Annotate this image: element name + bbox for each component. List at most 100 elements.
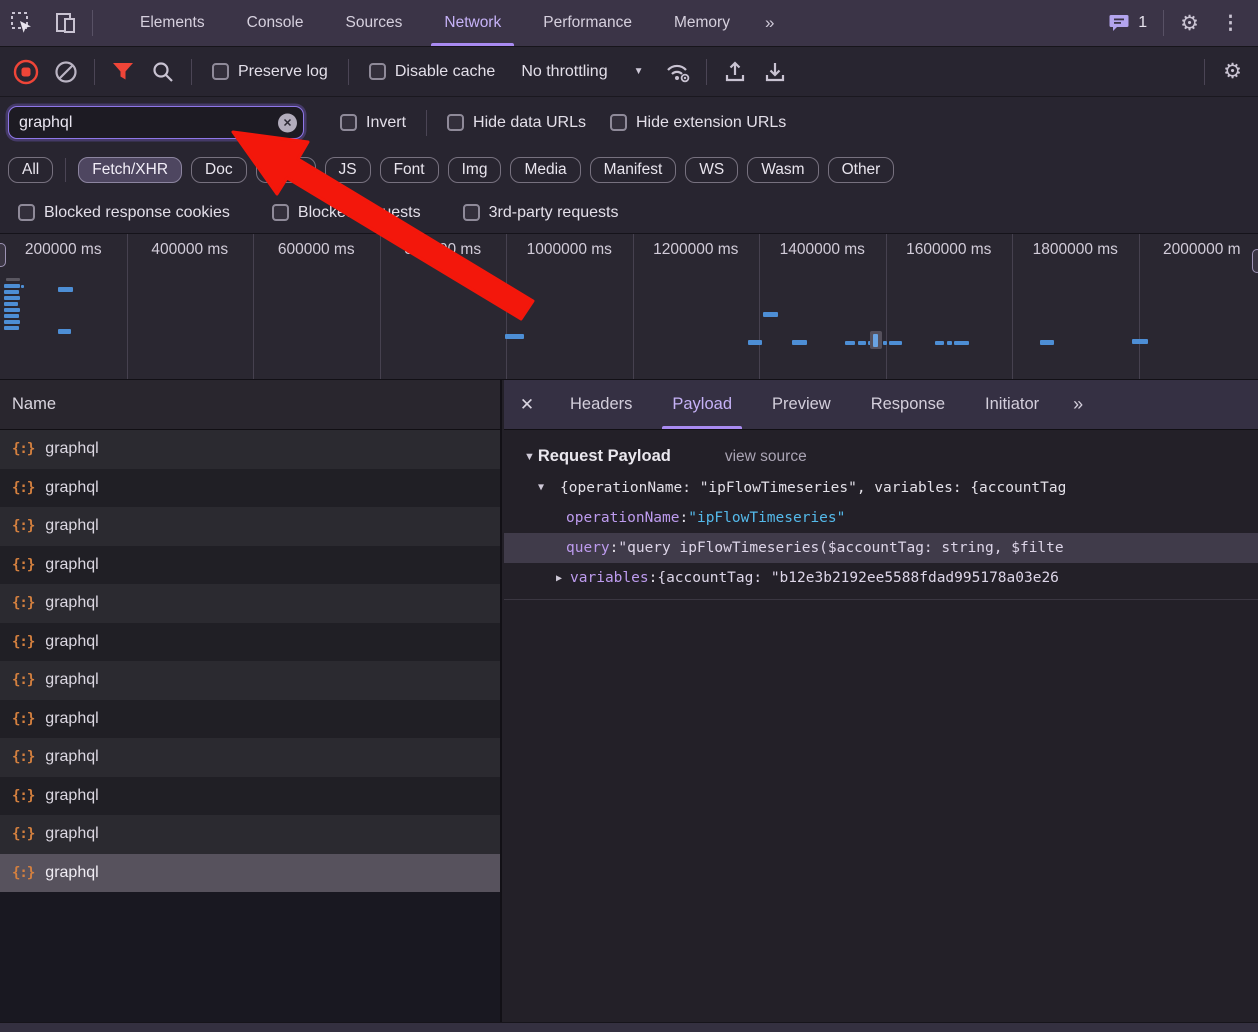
filter-chip-media[interactable]: Media bbox=[510, 157, 580, 183]
request-name: graphql bbox=[45, 671, 98, 689]
detail-tab-payload[interactable]: Payload bbox=[652, 380, 752, 429]
filter-chip-ws[interactable]: WS bbox=[685, 157, 738, 183]
tab-network[interactable]: Network bbox=[423, 0, 522, 46]
detail-tab-headers[interactable]: Headers bbox=[550, 380, 652, 429]
filter-chip-img[interactable]: Img bbox=[448, 157, 502, 183]
waterfall-bar bbox=[935, 341, 944, 345]
device-toolbar-icon[interactable] bbox=[44, 0, 88, 46]
detail-tab-response[interactable]: Response bbox=[851, 380, 965, 429]
divider bbox=[426, 110, 427, 136]
clear-network-log-icon[interactable] bbox=[46, 52, 86, 92]
tab-sources[interactable]: Sources bbox=[325, 0, 424, 46]
issues-count: 1 bbox=[1138, 14, 1147, 32]
waterfall-bar bbox=[947, 341, 952, 345]
inspect-element-icon[interactable] bbox=[0, 0, 44, 46]
payload-value: "ipFlowTimeseries" bbox=[688, 510, 845, 526]
chat-bubble-icon bbox=[1109, 13, 1131, 33]
search-icon[interactable] bbox=[143, 52, 183, 92]
request-row[interactable]: {:}graphql bbox=[0, 430, 500, 469]
request-payload-section-header[interactable]: ▼ Request Payload view source bbox=[524, 447, 1258, 466]
close-icon[interactable]: ✕ bbox=[504, 380, 550, 429]
disable-cache-checkbox[interactable]: Disable cache bbox=[357, 63, 508, 81]
request-payload-title: Request Payload bbox=[538, 447, 671, 466]
disable-cache-label: Disable cache bbox=[395, 63, 496, 81]
invert-checkbox[interactable]: Invert bbox=[328, 114, 418, 132]
preserve-log-label: Preserve log bbox=[238, 63, 328, 81]
blocked-response-cookies-checkbox[interactable]: Blocked response cookies bbox=[6, 204, 242, 222]
filter-chip-other[interactable]: Other bbox=[828, 157, 895, 183]
tab-console[interactable]: Console bbox=[226, 0, 325, 46]
triangle-down-icon: ▼ bbox=[524, 451, 535, 463]
export-har-icon[interactable] bbox=[755, 52, 795, 92]
name-column-header[interactable]: Name bbox=[0, 380, 500, 430]
blocked-requests-checkbox[interactable]: Blocked requests bbox=[260, 204, 433, 222]
request-row[interactable]: {:}graphql bbox=[0, 623, 500, 662]
payload-root-row[interactable]: ▼ {operationName: "ipFlowTimeseries", va… bbox=[504, 472, 1258, 503]
tabbar-right: 1 ⚙ ⋮ bbox=[1099, 10, 1258, 36]
clear-filter-icon[interactable]: ✕ bbox=[278, 113, 297, 132]
more-options-kebab-icon[interactable]: ⋮ bbox=[1211, 12, 1250, 35]
tab-elements[interactable]: Elements bbox=[119, 0, 226, 46]
filter-funnel-icon[interactable] bbox=[103, 52, 143, 92]
request-row[interactable]: {:}graphql bbox=[0, 815, 500, 854]
filter-chip-wasm[interactable]: Wasm bbox=[747, 157, 818, 183]
payload-row[interactable]: query: "query ipFlowTimeseries($accountT… bbox=[504, 533, 1258, 563]
tab-memory[interactable]: Memory bbox=[653, 0, 751, 46]
filter-chip-css[interactable]: CSS bbox=[256, 157, 316, 183]
settings-gear-icon[interactable]: ⚙ bbox=[1170, 11, 1209, 36]
network-toolbar: Preserve log Disable cache No throttling… bbox=[0, 47, 1258, 97]
request-row[interactable]: {:}graphql bbox=[0, 546, 500, 585]
detail-tab-preview[interactable]: Preview bbox=[752, 380, 851, 429]
preserve-log-checkbox[interactable]: Preserve log bbox=[200, 63, 340, 81]
network-overview-timeline[interactable]: 200000 ms400000 ms600000 ms800000 ms1000… bbox=[0, 234, 1258, 380]
3rd-party-requests-checkbox[interactable]: 3rd-party requests bbox=[451, 204, 631, 222]
waterfall-bar bbox=[6, 278, 20, 281]
requests-list: {:}graphql{:}graphql{:}graphql{:}graphql… bbox=[0, 430, 500, 892]
payload-row[interactable]: ▶variables: {accountTag: "b12e3b2192ee55… bbox=[504, 563, 1258, 593]
filter-chip-manifest[interactable]: Manifest bbox=[590, 157, 677, 183]
hide-extension-urls-label: Hide extension URLs bbox=[636, 114, 786, 132]
timeline-tick-label: 1800000 ms bbox=[1012, 241, 1139, 259]
tab-performance[interactable]: Performance bbox=[522, 0, 653, 46]
request-row[interactable]: {:}graphql bbox=[0, 661, 500, 700]
detail-tab-initiator[interactable]: Initiator bbox=[965, 380, 1059, 429]
requests-panel: Name {:}graphql{:}graphql{:}graphql{:}gr… bbox=[0, 380, 502, 1022]
hide-data-urls-checkbox[interactable]: Hide data URLs bbox=[435, 114, 598, 132]
hide-extension-urls-checkbox[interactable]: Hide extension URLs bbox=[598, 114, 798, 132]
timeline-tick-label: 400000 ms bbox=[127, 241, 254, 259]
filter-chip-fetchxhr[interactable]: Fetch/XHR bbox=[78, 157, 182, 183]
request-name: graphql bbox=[45, 517, 98, 535]
filter-input[interactable] bbox=[19, 114, 269, 132]
filter-chip-font[interactable]: Font bbox=[380, 157, 439, 183]
name-header-label: Name bbox=[12, 395, 56, 414]
more-tabs-chevrons[interactable]: » bbox=[751, 0, 788, 46]
request-row[interactable]: {:}graphql bbox=[0, 469, 500, 508]
divider bbox=[1163, 10, 1164, 36]
checkbox bbox=[369, 63, 386, 80]
payload-row[interactable]: operationName: "ipFlowTimeseries" bbox=[504, 503, 1258, 533]
request-row[interactable]: {:}graphql bbox=[0, 777, 500, 816]
filter-chip-js[interactable]: JS bbox=[325, 157, 371, 183]
throttling-dropdown[interactable]: No throttling ▼ bbox=[507, 63, 657, 81]
request-row[interactable]: {:}graphql bbox=[0, 507, 500, 546]
view-source-link[interactable]: view source bbox=[725, 448, 807, 466]
record-network-log-button[interactable] bbox=[6, 52, 46, 92]
filter-chip-all[interactable]: All bbox=[8, 157, 53, 183]
more-tabs-chevrons[interactable]: » bbox=[1059, 380, 1097, 429]
payload-separator: : bbox=[680, 510, 689, 526]
request-name: graphql bbox=[45, 556, 98, 574]
request-row[interactable]: {:}graphql bbox=[0, 700, 500, 739]
timeline-tick-label: 1400000 ms bbox=[759, 241, 886, 259]
import-har-icon[interactable] bbox=[715, 52, 755, 92]
network-conditions-icon[interactable] bbox=[658, 52, 698, 92]
request-row[interactable]: {:}graphql bbox=[0, 854, 500, 893]
payload-separator: : bbox=[610, 540, 619, 556]
issues-button[interactable]: 1 bbox=[1099, 13, 1157, 33]
network-settings-gear-icon[interactable]: ⚙ bbox=[1213, 59, 1252, 84]
chevron-down-icon: ▼ bbox=[634, 66, 644, 77]
request-row[interactable]: {:}graphql bbox=[0, 738, 500, 777]
json-braces-icon: {:} bbox=[12, 595, 34, 611]
request-row[interactable]: {:}graphql bbox=[0, 584, 500, 623]
filter-chip-doc[interactable]: Doc bbox=[191, 157, 247, 183]
request-name: graphql bbox=[45, 825, 98, 843]
